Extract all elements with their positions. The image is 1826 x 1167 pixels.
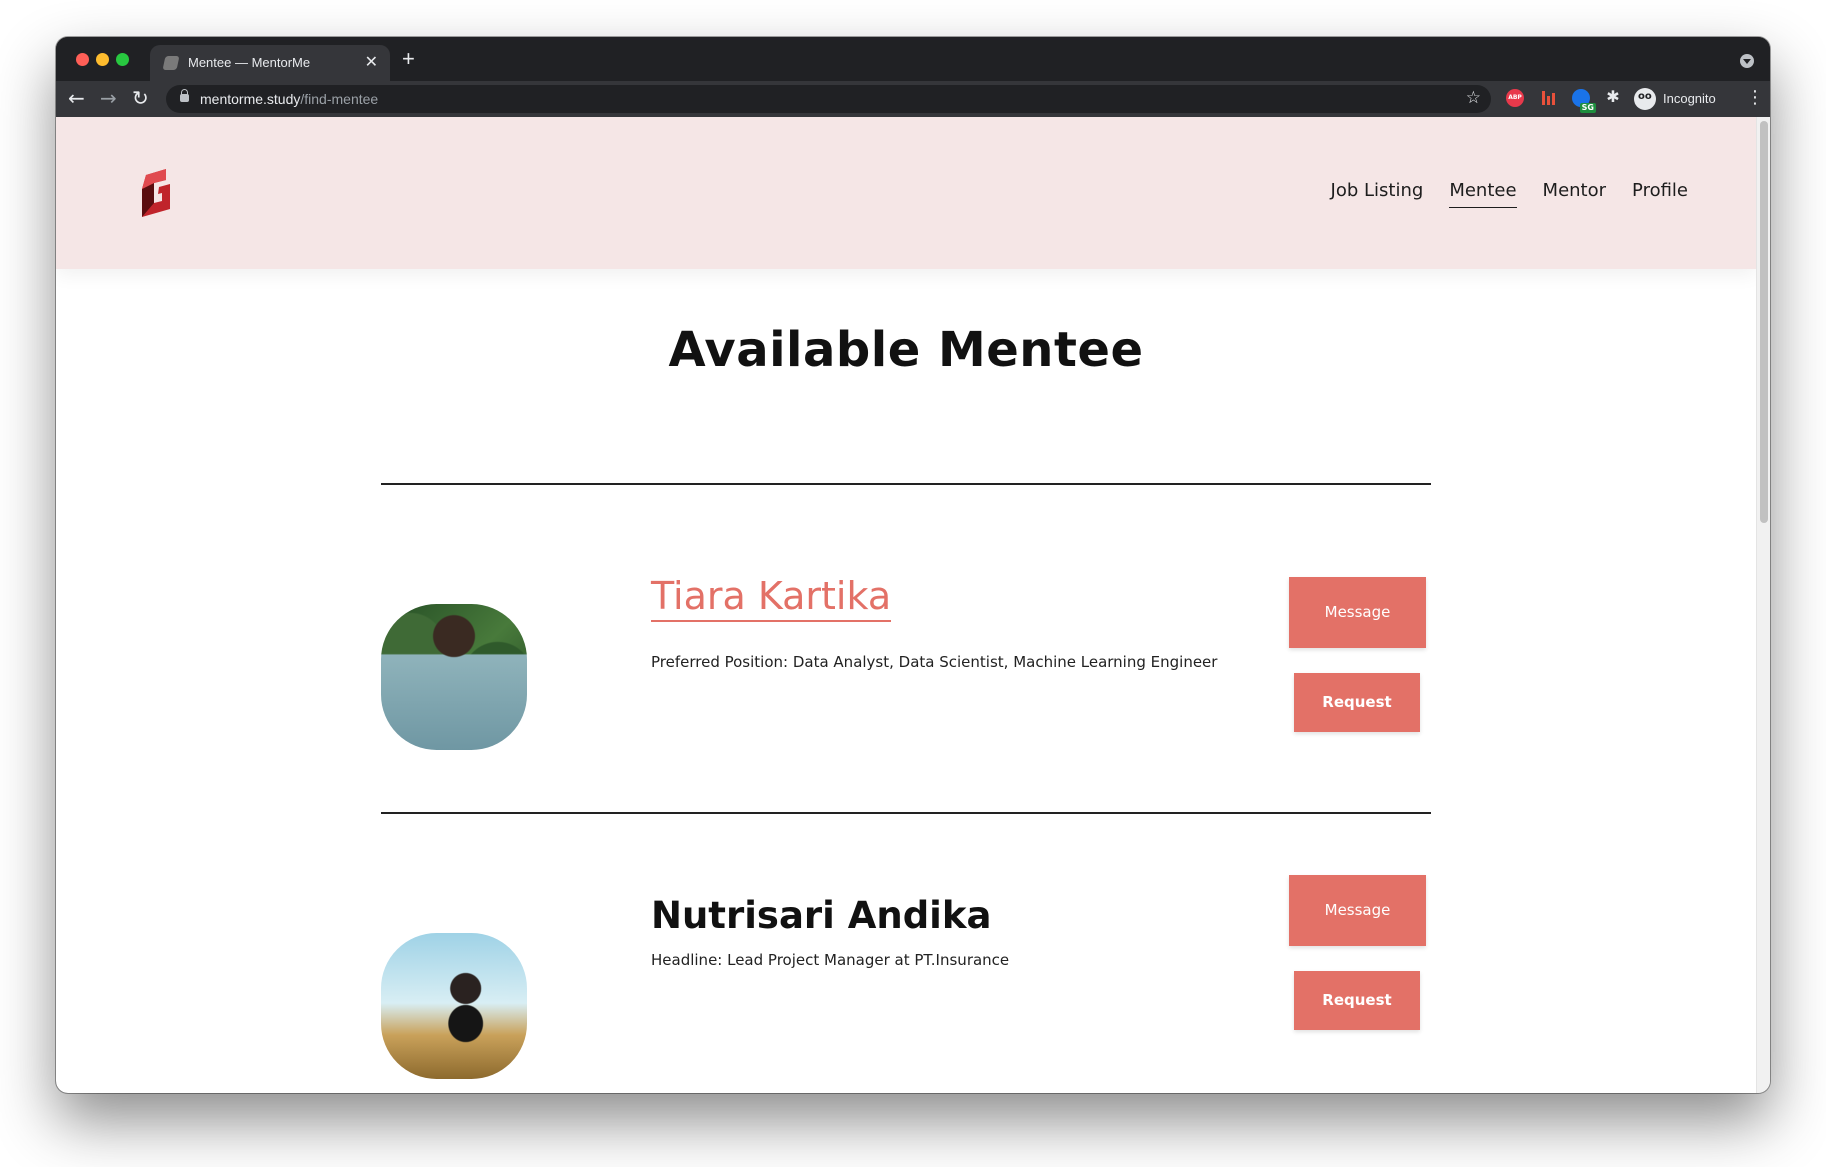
reload-icon[interactable]: ↻ <box>132 85 149 111</box>
url-host: mentorme.study <box>200 91 301 107</box>
close-window-button[interactable] <box>76 53 89 66</box>
message-button[interactable]: Message <box>1289 577 1426 648</box>
request-button[interactable]: Request <box>1294 673 1420 732</box>
bars-extension-icon[interactable] <box>1540 89 1558 107</box>
browser-window: Mentee — MentorMe ✕ + ← → ↻ mentorme.stu… <box>56 37 1770 1093</box>
page-viewport: Job Listing Mentee Mentor Profile Availa… <box>56 117 1770 1093</box>
mentee-avatar <box>381 604 527 750</box>
divider <box>381 483 1431 485</box>
sg-badge: SG <box>1579 103 1596 113</box>
browser-tab[interactable]: Mentee — MentorMe ✕ <box>150 45 390 81</box>
scrollbar-thumb[interactable] <box>1760 121 1768 523</box>
sg-extension-icon[interactable]: SG <box>1572 89 1596 113</box>
favicon-icon <box>162 56 180 70</box>
adblock-extension-icon[interactable]: ABP <box>1506 89 1524 107</box>
puzzle-icon[interactable]: ✱ <box>1604 88 1622 106</box>
mentee-detail: Preferred Position: Data Analyst, Data S… <box>651 653 1218 671</box>
nav-mentee[interactable]: Mentee <box>1449 180 1517 208</box>
site-logo[interactable] <box>132 167 172 219</box>
mentee-detail: Headline: Lead Project Manager at PT.Ins… <box>651 951 1010 969</box>
incognito-label[interactable]: Incognito <box>1663 91 1716 106</box>
address-bar[interactable]: mentorme.study/find-mentee ☆ <box>166 85 1491 113</box>
mentee-avatar <box>381 933 527 1079</box>
main-nav: Job Listing Mentee Mentor Profile <box>1331 180 1688 208</box>
browser-menu-icon[interactable]: ⋮ <box>1746 87 1764 109</box>
new-tab-button[interactable]: + <box>402 47 415 71</box>
bookmark-star-icon[interactable]: ☆ <box>1466 88 1481 108</box>
browser-toolbar: ← → ↻ mentorme.study/find-mentee ☆ ABP S… <box>56 81 1770 117</box>
url-path: /find-mentee <box>300 91 379 107</box>
nav-profile[interactable]: Profile <box>1632 180 1688 208</box>
close-tab-icon[interactable]: ✕ <box>365 53 378 71</box>
tab-strip: Mentee — MentorMe ✕ + <box>56 37 1770 81</box>
tab-search-icon[interactable] <box>1740 54 1754 68</box>
nav-mentor[interactable]: Mentor <box>1543 180 1606 208</box>
tab-title: Mentee — MentorMe <box>188 55 311 70</box>
site-header: Job Listing Mentee Mentor Profile <box>56 117 1756 269</box>
url-text[interactable]: mentorme.study/find-mentee <box>200 91 378 107</box>
mentee-name-link[interactable]: Tiara Kartika <box>651 574 892 622</box>
forward-arrow-icon[interactable]: → <box>100 85 117 111</box>
back-arrow-icon[interactable]: ← <box>68 85 85 111</box>
request-button[interactable]: Request <box>1294 971 1420 1030</box>
divider <box>381 812 1431 814</box>
incognito-icon[interactable] <box>1634 88 1656 110</box>
maximize-window-button[interactable] <box>116 53 129 66</box>
nav-job-listing[interactable]: Job Listing <box>1331 180 1424 208</box>
message-button[interactable]: Message <box>1289 875 1426 946</box>
minimize-window-button[interactable] <box>96 53 109 66</box>
lock-icon <box>180 89 189 102</box>
scrollbar[interactable] <box>1756 117 1770 1093</box>
mentee-name[interactable]: Nutrisari Andika <box>651 894 991 937</box>
page-title: Available Mentee <box>668 322 1144 378</box>
